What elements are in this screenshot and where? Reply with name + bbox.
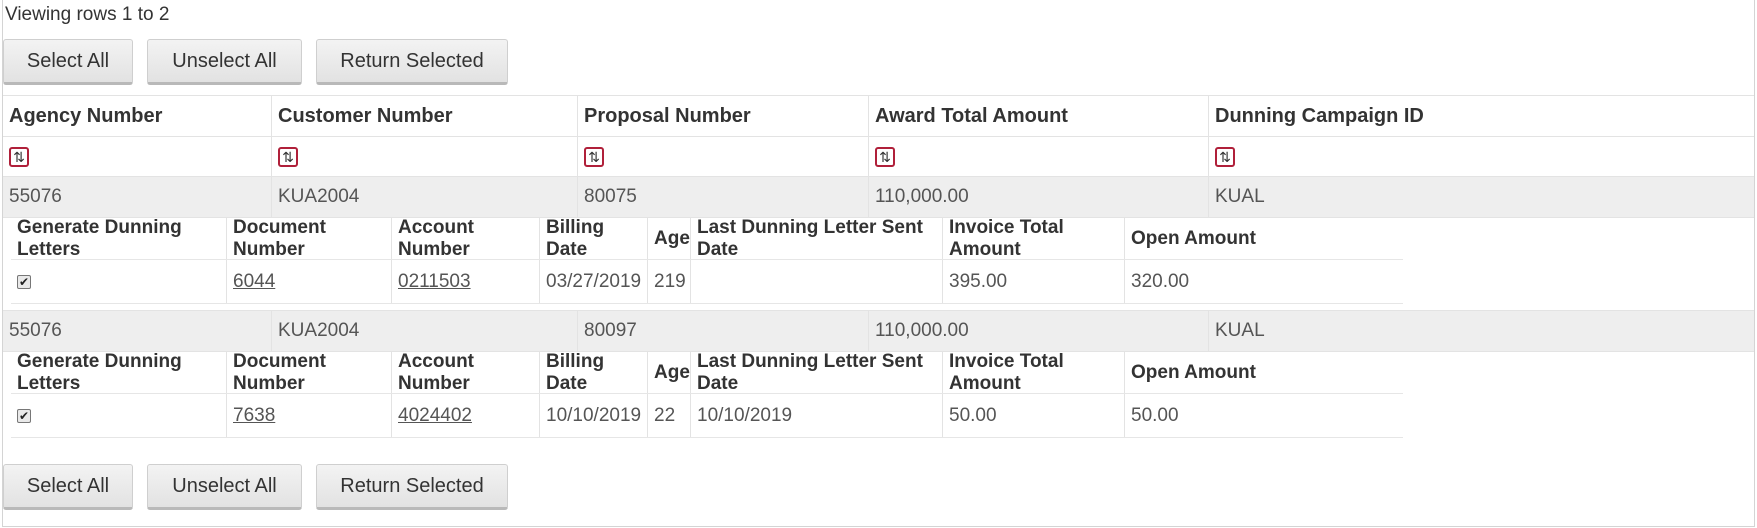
detail-header-account-number: Account Number — [391, 217, 539, 260]
document-number-link[interactable]: 6044 — [233, 271, 275, 293]
column-header-proposal-number[interactable]: Proposal Number — [577, 96, 868, 136]
billing-date-cell: 03/27/2019 — [539, 260, 647, 303]
open-amount-cell: 50.00 — [1124, 394, 1403, 437]
last-dunning-letter-sent-date-cell: 10/10/2019 — [690, 394, 942, 437]
return-selected-button[interactable]: Return Selected — [316, 464, 508, 510]
top-button-bar: Select All Unselect All Return Selected — [3, 39, 508, 85]
detail-row: ✔ 6044 0211503 03/27/2019 219 395.00 320… — [11, 260, 1403, 304]
sort-arrows-icon[interactable]: ⇅ — [9, 146, 29, 167]
sort-arrows-icon[interactable]: ⇅ — [875, 146, 895, 167]
detail-header-open-amount: Open Amount — [1124, 352, 1403, 393]
detail-header-document-number: Document Number — [226, 217, 391, 260]
sort-arrows-icon[interactable]: ⇅ — [584, 146, 604, 167]
account-number-link[interactable]: 4024402 — [398, 405, 472, 427]
select-all-button[interactable]: Select All — [3, 464, 133, 510]
open-amount-cell: 320.00 — [1124, 260, 1403, 303]
generate-dunning-letter-checkbox[interactable]: ✔ — [17, 274, 31, 289]
viewing-rows-text: Viewing rows 1 to 2 — [5, 4, 170, 25]
age-cell: 22 — [647, 394, 690, 437]
invoice-total-amount-cell: 395.00 — [942, 260, 1124, 303]
detail-header-generate-dunning-letters: Generate Dunning Letters — [17, 350, 182, 394]
table-row: 55076 KUA2004 80097 110,000.00 KUAL — [3, 310, 1754, 352]
sort-controls-row: ⇅ ⇅ ⇅ ⇅ ⇅ — [3, 137, 1754, 177]
detail-header-age: Age — [647, 352, 690, 393]
dunning-campaign-id-cell: KUAL — [1208, 177, 1754, 217]
customer-number-cell: KUA2004 — [271, 311, 577, 351]
column-header-agency-number[interactable]: Agency Number — [3, 96, 271, 136]
customer-number-cell: KUA2004 — [271, 177, 577, 217]
detail-header-invoice-total-amount: Invoice Total Amount — [942, 351, 1124, 394]
detail-header-open-amount: Open Amount — [1124, 218, 1403, 259]
table-header-row: Agency Number Customer Number Proposal N… — [3, 95, 1754, 137]
invoice-detail-table: Generate Dunning Letters Document Number… — [11, 350, 1403, 438]
table-row: 55076 KUA2004 80075 110,000.00 KUAL — [3, 177, 1754, 218]
agency-number-cell: 55076 — [9, 186, 62, 207]
sort-arrows-icon[interactable]: ⇅ — [1215, 146, 1235, 167]
detail-header-last-dunning-letter-sent-date: Last Dunning Letter Sent Date — [690, 351, 942, 394]
detail-header-account-number: Account Number — [391, 351, 539, 394]
return-selected-button[interactable]: Return Selected — [316, 39, 508, 85]
age-cell: 219 — [647, 260, 690, 303]
proposal-number-cell: 80075 — [577, 177, 868, 217]
bottom-button-bar: Select All Unselect All Return Selected — [3, 464, 508, 510]
detail-header-age: Age — [647, 218, 690, 259]
detail-header-billing-date: Billing Date — [539, 217, 647, 260]
generate-dunning-letter-checkbox[interactable]: ✔ — [17, 408, 31, 423]
dunning-campaign-id-cell: KUAL — [1208, 311, 1754, 351]
last-dunning-letter-sent-date-cell — [690, 260, 942, 303]
proposal-number-cell: 80097 — [577, 311, 868, 351]
agency-number-cell: 55076 — [9, 320, 62, 341]
detail-row: ✔ 7638 4024402 10/10/2019 22 10/10/2019 … — [11, 394, 1403, 438]
column-header-dunning-campaign-id[interactable]: Dunning Campaign ID — [1208, 96, 1754, 136]
detail-header-row: Generate Dunning Letters Document Number… — [11, 350, 1403, 394]
award-total-amount-cell: 110,000.00 — [868, 311, 1208, 351]
detail-header-document-number: Document Number — [226, 351, 391, 394]
detail-header-generate-dunning-letters: Generate Dunning Letters — [17, 216, 182, 260]
results-table: Agency Number Customer Number Proposal N… — [3, 95, 1754, 438]
award-total-amount-cell: 110,000.00 — [868, 177, 1208, 217]
document-number-link[interactable]: 7638 — [233, 405, 275, 427]
detail-header-row: Generate Dunning Letters Document Number… — [11, 216, 1403, 260]
column-header-customer-number[interactable]: Customer Number — [271, 96, 577, 136]
detail-header-last-dunning-letter-sent-date: Last Dunning Letter Sent Date — [690, 217, 942, 260]
select-all-button[interactable]: Select All — [3, 39, 133, 85]
sort-arrows-icon[interactable]: ⇅ — [278, 146, 298, 167]
detail-header-billing-date: Billing Date — [539, 351, 647, 394]
unselect-all-button[interactable]: Unselect All — [147, 39, 302, 85]
detail-header-invoice-total-amount: Invoice Total Amount — [942, 217, 1124, 260]
account-number-link[interactable]: 0211503 — [398, 271, 471, 293]
billing-date-cell: 10/10/2019 — [539, 394, 647, 437]
column-header-award-total-amount[interactable]: Award Total Amount — [868, 96, 1208, 136]
unselect-all-button[interactable]: Unselect All — [147, 464, 302, 510]
invoice-total-amount-cell: 50.00 — [942, 394, 1124, 437]
invoice-detail-table: Generate Dunning Letters Document Number… — [11, 216, 1403, 304]
